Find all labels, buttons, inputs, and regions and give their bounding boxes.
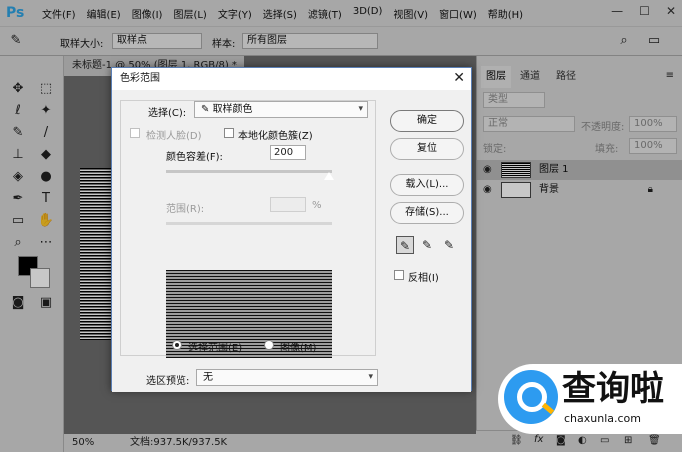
select-eyedropper-icon: ✎ — [201, 104, 213, 115]
range-input[interactable] — [270, 197, 306, 212]
close-icon[interactable]: ✕ — [453, 70, 465, 86]
detect-faces-checkbox[interactable] — [130, 128, 140, 138]
color-range-dialog: 色彩范围 ✕ 选择(C): ✎ 取样颜色 ▾ 检测人脸(D) 本地化颜色簇(Z)… — [111, 67, 472, 392]
reset-button[interactable]: 复位 — [390, 138, 464, 160]
save-button[interactable]: 存储(S)... — [390, 202, 464, 224]
watermark: 查询啦 chaxunla.com — [498, 364, 682, 434]
dialog-body: 选择(C): ✎ 取样颜色 ▾ 检测人脸(D) 本地化颜色簇(Z) 颜色容差(F… — [112, 90, 471, 392]
invert-label: 反相(I) — [408, 273, 439, 284]
select-label: 选择(C): — [148, 108, 187, 119]
subtract-eyedropper-icon[interactable]: ✎ — [440, 236, 458, 254]
selection-radio[interactable] — [172, 340, 182, 350]
fuzziness-input[interactable]: 200 — [270, 145, 306, 160]
fuzziness-slider-thumb[interactable] — [324, 172, 334, 180]
watermark-url: chaxunla.com — [564, 412, 641, 425]
range-slider-track[interactable] — [166, 222, 332, 225]
range-unit: % — [312, 200, 322, 211]
watermark-text: 查询啦 — [562, 369, 664, 409]
localized-clusters-checkbox[interactable] — [224, 128, 234, 138]
localized-clusters-label: 本地化颜色簇(Z) — [238, 131, 313, 142]
range-label: 范围(R): — [166, 204, 205, 215]
selection-preview-value: 无 — [203, 372, 213, 383]
add-eyedropper-icon[interactable]: ✎ — [418, 236, 436, 254]
ok-button[interactable]: 确定 — [390, 110, 464, 132]
eyedropper-icon[interactable]: ✎ — [396, 236, 414, 254]
dialog-title: 色彩范围 — [112, 68, 471, 90]
watermark-logo-icon — [504, 370, 558, 424]
select-dropdown[interactable]: ✎ 取样颜色 ▾ — [194, 101, 368, 118]
fuzziness-slider-track[interactable] — [166, 170, 332, 173]
image-radio[interactable] — [264, 340, 274, 350]
selection-radio-label: 选择范围(E) — [188, 343, 243, 354]
invert-checkbox[interactable] — [394, 270, 404, 280]
fuzziness-label: 颜色容差(F): — [166, 152, 223, 163]
detect-faces-label: 检测人脸(D) — [146, 131, 202, 142]
selection-preview-select[interactable]: 无 ▾ — [196, 369, 378, 386]
load-button[interactable]: 载入(L)... — [390, 174, 464, 196]
select-value: 取样颜色 — [212, 104, 253, 115]
selection-preview-label: 选区预览: — [146, 376, 190, 387]
image-radio-label: 图像(M) — [280, 343, 317, 354]
chevron-down-icon: ▾ — [368, 372, 373, 382]
chevron-down-icon: ▾ — [358, 104, 363, 114]
